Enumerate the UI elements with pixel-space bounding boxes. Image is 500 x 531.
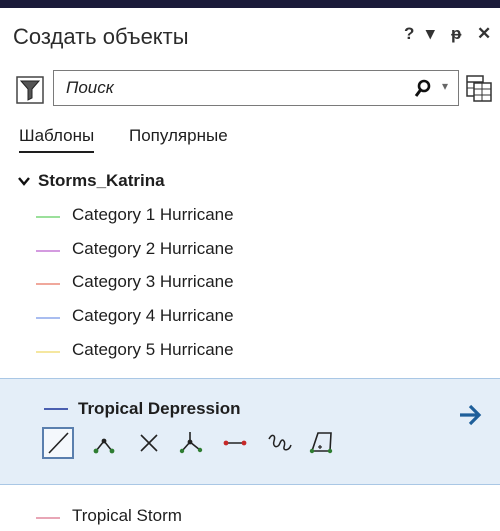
layer-name: Storms_Katrina xyxy=(38,171,165,190)
line-symbol xyxy=(44,408,68,410)
template-item[interactable]: Category 2 Hurricane xyxy=(0,237,500,263)
freehand-icon[interactable] xyxy=(264,427,296,459)
endpoint-arc-icon[interactable] xyxy=(176,427,208,459)
template-item[interactable]: Category 3 Hurricane xyxy=(0,270,500,296)
manage-templates-icon[interactable] xyxy=(466,74,492,102)
line-tool-icon[interactable] xyxy=(42,427,74,459)
help-button[interactable]: ? xyxy=(404,24,414,44)
search-icon[interactable] xyxy=(414,79,432,99)
selected-template-panel[interactable]: Tropical Depression xyxy=(0,378,500,485)
pin-button[interactable]: ᵽ xyxy=(451,24,461,44)
line-symbol xyxy=(36,517,60,519)
pane-title: Создать объекты xyxy=(13,24,189,49)
search-input[interactable] xyxy=(66,78,386,98)
line-symbol xyxy=(36,216,60,218)
template-item[interactable]: Category 1 Hurricane xyxy=(0,203,500,229)
template-label: Tropical Storm xyxy=(72,506,182,525)
window-top-border xyxy=(0,0,500,8)
layer-group-header[interactable]: Storms_Katrina xyxy=(18,171,165,191)
trace-tool-icon[interactable] xyxy=(220,427,252,459)
chevron-down-icon[interactable] xyxy=(18,171,32,191)
rectangle-tool-icon[interactable] xyxy=(306,427,338,459)
filter-icon[interactable] xyxy=(16,76,44,104)
search-box: ▾ xyxy=(53,70,459,106)
line-symbol xyxy=(36,351,60,353)
tab-popular[interactable]: Популярные xyxy=(129,126,228,146)
template-label: Category 3 Hurricane xyxy=(72,272,234,291)
right-angle-line-icon[interactable] xyxy=(90,427,122,459)
template-item[interactable]: Category 5 Hurricane xyxy=(0,338,500,364)
pane-titlebar: Создать объекты ? ▾ ᵽ ✕ xyxy=(0,8,500,58)
template-item[interactable]: Tropical Storm xyxy=(0,504,500,530)
arrow-right-icon[interactable] xyxy=(456,401,484,429)
selected-template-label: Tropical Depression xyxy=(78,399,241,418)
template-label: Category 2 Hurricane xyxy=(72,239,234,258)
template-label: Category 4 Hurricane xyxy=(72,306,234,325)
template-label: Category 1 Hurricane xyxy=(72,205,234,224)
line-symbol xyxy=(36,317,60,319)
search-options-dropdown[interactable]: ▾ xyxy=(442,79,448,93)
midpoint-line-icon[interactable] xyxy=(134,427,166,459)
line-symbol xyxy=(36,250,60,252)
close-button[interactable]: ✕ xyxy=(477,24,491,44)
template-item[interactable]: Category 4 Hurricane xyxy=(0,304,500,330)
tab-templates[interactable]: Шаблоны xyxy=(19,126,95,153)
pane-options-button[interactable]: ▾ xyxy=(426,24,435,44)
template-label: Category 5 Hurricane xyxy=(72,340,234,359)
line-symbol xyxy=(36,283,60,285)
